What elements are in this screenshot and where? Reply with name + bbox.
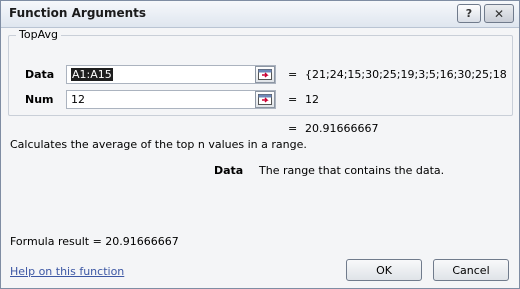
help-icon: ? xyxy=(465,7,473,20)
collapse-dialog-button-num[interactable] xyxy=(255,91,275,108)
function-name: TopAvg xyxy=(16,28,61,41)
arg-equals-data: = xyxy=(288,68,298,81)
arg-value-num: 12 xyxy=(305,93,319,106)
function-result-value: 20.91666667 xyxy=(305,122,379,135)
argument-description-label: Data xyxy=(214,164,244,177)
close-button[interactable]: ✕ xyxy=(484,4,514,23)
close-icon: ✕ xyxy=(493,6,505,21)
data-range-text: A1:A15 xyxy=(71,68,113,81)
function-arguments-dialog: Function Arguments ? ✕ TopAvg Data A1:A1… xyxy=(0,0,520,289)
num-input[interactable]: 12 xyxy=(66,90,276,109)
title-bar: Function Arguments ? ✕ xyxy=(1,1,519,28)
data-range-input[interactable]: A1:A15 xyxy=(66,65,276,84)
arg-label-data: Data xyxy=(25,68,55,81)
ok-button-label: OK xyxy=(376,263,392,277)
help-on-function-link[interactable]: Help on this function xyxy=(10,265,124,278)
dialog-title: Function Arguments xyxy=(9,6,147,20)
function-description: Calculates the average of the top n valu… xyxy=(10,138,307,151)
cancel-button[interactable]: Cancel xyxy=(433,259,509,281)
ok-button[interactable]: OK xyxy=(346,259,422,281)
arg-label-num: Num xyxy=(25,93,54,106)
collapse-dialog-button-data[interactable] xyxy=(255,66,275,83)
collapse-dialog-icon xyxy=(258,94,272,105)
num-input-text: 12 xyxy=(71,93,85,106)
arg-value-data: {21;24;15;30;25;19;3;5;16;30;25;18 xyxy=(305,68,507,81)
collapse-dialog-icon xyxy=(258,69,272,80)
function-result-equals: = xyxy=(288,122,298,135)
arg-equals-num: = xyxy=(288,93,298,106)
argument-description-text: The range that contains the data. xyxy=(259,164,445,177)
help-button[interactable]: ? xyxy=(457,4,481,23)
formula-result: Formula result = 20.91666667 xyxy=(10,235,179,248)
cancel-button-label: Cancel xyxy=(452,263,490,277)
